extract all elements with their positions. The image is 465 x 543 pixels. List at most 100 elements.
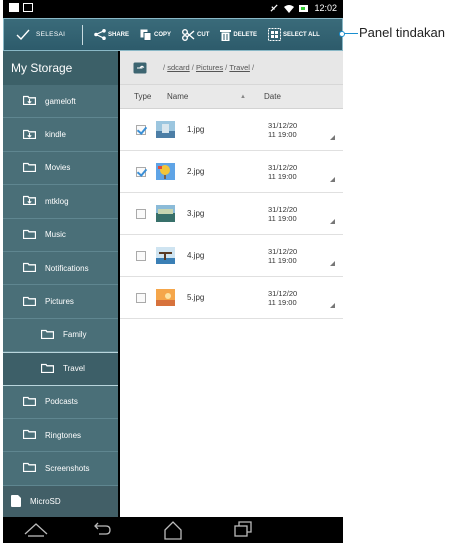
sidebar-title: My Storage bbox=[3, 51, 118, 85]
sidebar-item-label: Ringtones bbox=[45, 430, 82, 440]
file-date: 31/12/20 11 19:00 bbox=[268, 289, 318, 307]
file-name: 2.jpg bbox=[187, 167, 205, 176]
sidebar-item-label: gameloft bbox=[45, 96, 76, 106]
file-list-panel: / sdcard / Pictures / Travel / Type Name… bbox=[120, 51, 343, 517]
sidebar-item-label: Pictures bbox=[45, 297, 74, 307]
done-label: SELESAI bbox=[36, 31, 66, 38]
sidebar-item-screenshots[interactable]: Screenshots bbox=[3, 452, 118, 486]
folder-icon bbox=[40, 363, 55, 375]
sidebar-item-notifications[interactable]: Notifications bbox=[3, 252, 118, 286]
file-date: 31/12/20 11 19:00 bbox=[268, 247, 318, 265]
battery-icon bbox=[299, 4, 309, 12]
path-pictures[interactable]: Pictures bbox=[196, 63, 223, 72]
cut-button[interactable]: CUT bbox=[182, 28, 209, 41]
clock: 12:02 bbox=[314, 3, 337, 13]
home-icon[interactable] bbox=[162, 520, 184, 540]
sidebar-item-mtklog[interactable]: mtklog bbox=[3, 185, 118, 219]
path-sdcard[interactable]: sdcard bbox=[167, 63, 190, 72]
sidebar-item-music[interactable]: Music bbox=[3, 219, 118, 252]
folder-icon bbox=[22, 429, 37, 441]
folder-download-icon bbox=[22, 195, 37, 207]
copy-button[interactable]: COPY bbox=[140, 29, 171, 41]
file-row[interactable]: 2.jpg 31/12/20 11 19:00 bbox=[120, 151, 343, 193]
file-icon bbox=[23, 3, 33, 12]
folder-icon bbox=[22, 262, 37, 274]
status-bar: 12:02 bbox=[3, 0, 343, 18]
sidebar-item-travel[interactable]: Travel bbox=[3, 352, 118, 386]
row-options-icon[interactable] bbox=[330, 219, 335, 224]
sidebar-item-gameloft[interactable]: gameloft bbox=[3, 85, 118, 119]
checkmark-icon bbox=[16, 29, 30, 40]
file-row[interactable]: 4.jpg 31/12/20 11 19:00 bbox=[120, 235, 343, 277]
file-date-line1: 31/12/20 bbox=[268, 246, 298, 256]
folder-icon bbox=[22, 162, 37, 174]
breadcrumb: / sdcard / Pictures / Travel / bbox=[120, 51, 343, 85]
sidebar-item-label: kindle bbox=[45, 130, 66, 140]
sidebar-item-ringtones[interactable]: Ringtones bbox=[3, 419, 118, 453]
sdcard-icon bbox=[11, 494, 21, 509]
sidebar-item-label: Family bbox=[63, 330, 87, 340]
share-button[interactable]: SHARE bbox=[94, 29, 129, 40]
row-options-icon[interactable] bbox=[330, 261, 335, 266]
file-checkbox[interactable] bbox=[136, 250, 146, 261]
column-date[interactable]: Date bbox=[264, 92, 281, 101]
file-date-line1: 31/12/20 bbox=[268, 288, 298, 298]
image-thumbnail bbox=[156, 163, 175, 180]
sidebar-item-label: Notifications bbox=[45, 263, 89, 273]
file-checkbox[interactable] bbox=[136, 124, 146, 135]
file-name: 3.jpg bbox=[187, 209, 205, 218]
menu-icon[interactable] bbox=[23, 520, 49, 538]
storage-sidebar: My Storage gameloft kindle Movies mtklog Mus… bbox=[3, 51, 118, 520]
navigation-bar bbox=[3, 517, 343, 543]
file-row[interactable]: 1.jpg 31/12/20 11 19:00 bbox=[120, 109, 343, 151]
recent-apps-icon[interactable] bbox=[232, 520, 254, 538]
folder-up-icon[interactable] bbox=[133, 62, 147, 74]
scissors-icon bbox=[182, 28, 195, 41]
sidebar-item-movies[interactable]: Movies bbox=[3, 152, 118, 186]
file-checkbox[interactable] bbox=[136, 166, 146, 177]
file-checkbox[interactable] bbox=[136, 208, 146, 219]
file-row[interactable]: 3.jpg 31/12/20 11 19:00 bbox=[120, 193, 343, 235]
sidebar-item-kindle[interactable]: kindle bbox=[3, 118, 118, 152]
folder-download-icon bbox=[22, 129, 37, 141]
folder-download-icon bbox=[22, 95, 37, 107]
file-date: 31/12/20 11 19:00 bbox=[268, 205, 318, 223]
image-thumbnail bbox=[156, 247, 175, 264]
folder-icon bbox=[22, 462, 37, 474]
folder-icon bbox=[40, 329, 55, 341]
file-checkbox[interactable] bbox=[136, 292, 146, 303]
sidebar-item-family[interactable]: Family bbox=[3, 319, 118, 353]
path-travel[interactable]: Travel bbox=[229, 63, 250, 72]
share-icon bbox=[94, 29, 106, 40]
share-label: SHARE bbox=[108, 31, 130, 38]
image-thumbnail bbox=[156, 289, 175, 306]
column-name[interactable]: Name bbox=[167, 92, 240, 101]
file-name: 1.jpg bbox=[187, 125, 205, 134]
path-separator: / bbox=[191, 63, 194, 72]
sidebar-item-pictures[interactable]: Pictures bbox=[3, 285, 118, 319]
delete-button[interactable]: DELETE bbox=[220, 29, 257, 41]
column-type[interactable]: Type bbox=[120, 92, 167, 101]
row-options-icon[interactable] bbox=[330, 177, 335, 182]
folder-icon bbox=[22, 396, 37, 408]
select-all-button[interactable]: SELECT ALL bbox=[268, 28, 320, 41]
copy-label: COPY bbox=[154, 31, 172, 38]
row-options-icon[interactable] bbox=[330, 303, 335, 308]
folder-icon bbox=[22, 296, 37, 308]
action-separator bbox=[82, 24, 83, 45]
file-row[interactable]: 5.jpg 31/12/20 11 19:00 bbox=[120, 277, 343, 319]
image-thumbnail bbox=[156, 121, 175, 138]
delete-label: DELETE bbox=[233, 31, 258, 38]
action-panel: SELESAI SHARE COPY CUT DELETE SELECT ALL bbox=[3, 18, 343, 51]
sidebar-item-microsd[interactable]: MicroSD bbox=[3, 485, 118, 520]
row-options-icon[interactable] bbox=[330, 135, 335, 140]
copy-icon bbox=[140, 29, 152, 41]
select-all-label: SELECT ALL bbox=[283, 31, 320, 38]
back-icon[interactable] bbox=[91, 520, 113, 538]
file-date-line2: 11 19:00 bbox=[268, 129, 297, 139]
sidebar-item-label: Travel bbox=[63, 364, 85, 374]
sidebar-item-podcasts[interactable]: Podcasts bbox=[3, 386, 118, 419]
file-name: 4.jpg bbox=[187, 251, 205, 260]
sort-ascending-icon[interactable]: ▲ bbox=[240, 94, 264, 100]
done-button[interactable]: SELESAI bbox=[4, 29, 82, 40]
